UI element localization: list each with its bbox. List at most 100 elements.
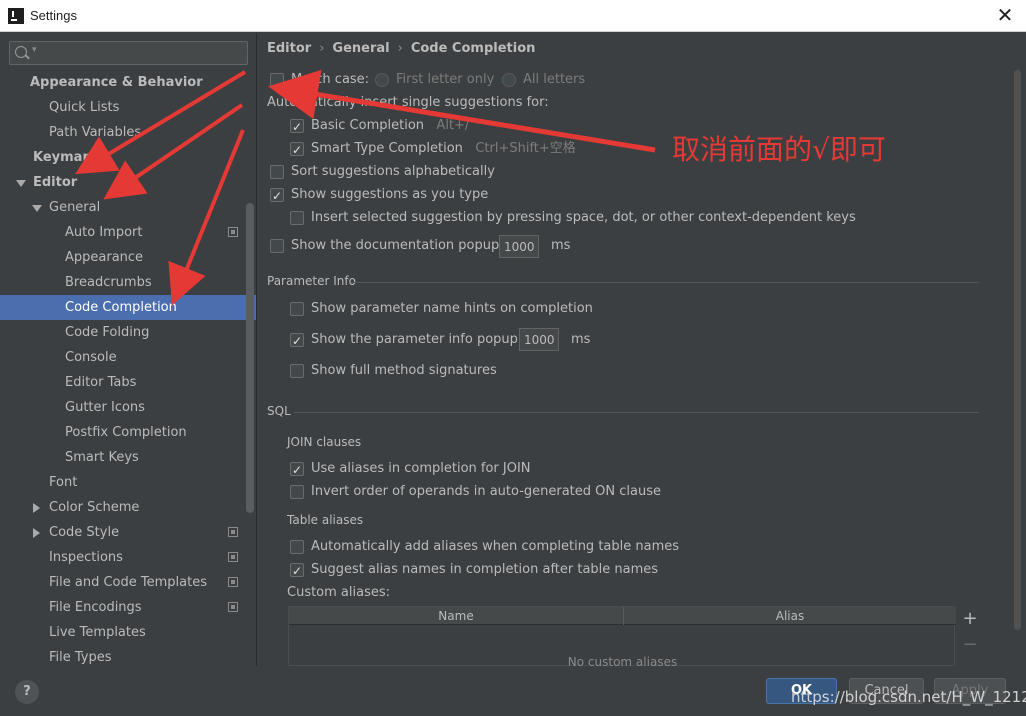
breadcrumb-editor: Editor bbox=[267, 41, 312, 56]
remove-alias-button[interactable]: − bbox=[960, 635, 980, 655]
match-case-row: Match case: First letter only All letter… bbox=[270, 70, 590, 90]
sidebar-item-label: Appearance bbox=[65, 250, 144, 265]
breadcrumb-code-completion: Code Completion bbox=[410, 41, 536, 56]
join-clauses-title: JOIN clauses bbox=[287, 435, 362, 449]
project-icon bbox=[228, 602, 238, 612]
insert-selected-row: Insert selected suggestion by pressing s… bbox=[290, 208, 856, 228]
chevron-down-icon[interactable] bbox=[32, 205, 42, 212]
match-case-checkbox[interactable] bbox=[270, 73, 284, 87]
basic-completion-shortcut: Alt+/ bbox=[436, 118, 470, 133]
sidebar-item-label: Editor bbox=[33, 175, 78, 190]
sidebar-item-code-style[interactable]: Code Style bbox=[0, 520, 256, 545]
search-icon bbox=[15, 46, 27, 58]
sidebar-item-label: Smart Keys bbox=[65, 450, 139, 465]
sort-alpha-checkbox[interactable] bbox=[270, 165, 284, 179]
title-bar: Settings ✕ bbox=[0, 0, 1026, 32]
help-button[interactable]: ? bbox=[15, 680, 39, 704]
sidebar-item-live-templates[interactable]: Live Templates bbox=[0, 620, 256, 645]
sidebar-item-file-and-code-templates[interactable]: File and Code Templates bbox=[0, 570, 256, 595]
sidebar-item-gutter-icons[interactable]: Gutter Icons bbox=[0, 395, 256, 420]
basic-completion-checkbox[interactable] bbox=[290, 117, 304, 137]
info-popup-unit: ms bbox=[571, 332, 591, 347]
project-icon bbox=[228, 577, 238, 587]
sidebar-item-label: Color Scheme bbox=[49, 500, 140, 515]
chevron-down-icon[interactable] bbox=[16, 180, 26, 187]
sidebar-item-label: Live Templates bbox=[49, 625, 146, 640]
invert-order-checkbox[interactable] bbox=[290, 485, 304, 499]
use-aliases-checkbox[interactable] bbox=[290, 460, 304, 480]
close-icon[interactable]: ✕ bbox=[994, 4, 1016, 26]
sidebar-item-label: Code Completion bbox=[65, 300, 177, 315]
main-scrollbar[interactable] bbox=[1014, 70, 1021, 630]
sidebar-item-font[interactable]: Font bbox=[0, 470, 256, 495]
info-popup-row: Show the parameter info popup in bbox=[290, 330, 534, 351]
sidebar-item-breadcrumbs[interactable]: Breadcrumbs bbox=[0, 270, 256, 295]
sidebar-item-smart-keys[interactable]: Smart Keys bbox=[0, 445, 256, 470]
sidebar-item-appearance[interactable]: Appearance bbox=[0, 245, 256, 270]
sidebar-item-color-scheme[interactable]: Color Scheme bbox=[0, 495, 256, 520]
first-letter-radio[interactable] bbox=[375, 73, 389, 87]
insert-selected-checkbox[interactable] bbox=[290, 211, 304, 225]
sort-alpha-row: Sort suggestions alphabetically bbox=[270, 162, 570, 182]
full-sig-label: Show full method signatures bbox=[311, 363, 497, 378]
column-header-alias[interactable]: Alias bbox=[624, 607, 956, 625]
sidebar-item-file-types[interactable]: File Types bbox=[0, 645, 256, 666]
sidebar-item-appearance-behavior[interactable]: Appearance & Behavior bbox=[0, 70, 256, 95]
sidebar-item-file-encodings[interactable]: File Encodings bbox=[0, 595, 256, 620]
column-header-name[interactable]: Name bbox=[289, 607, 623, 625]
project-icon bbox=[228, 552, 238, 562]
all-letters-radio[interactable] bbox=[502, 73, 516, 87]
invert-order-row: Invert order of operands in auto-generat… bbox=[290, 482, 690, 502]
add-alias-button[interactable]: + bbox=[960, 609, 980, 629]
all-letters-label: All letters bbox=[523, 72, 586, 87]
doc-popup-checkbox[interactable] bbox=[270, 239, 284, 253]
auto-add-aliases-checkbox[interactable] bbox=[290, 540, 304, 554]
suggest-alias-label: Suggest alias names in completion after … bbox=[311, 562, 659, 577]
project-icon bbox=[228, 227, 238, 237]
chevron-down-icon: ▾ bbox=[32, 45, 37, 55]
full-sig-checkbox[interactable] bbox=[290, 364, 304, 378]
sort-alpha-label: Sort suggestions alphabetically bbox=[291, 164, 495, 179]
sidebar-item-inspections[interactable]: Inspections bbox=[0, 545, 256, 570]
suggest-alias-row: Suggest alias names in completion after … bbox=[290, 560, 690, 581]
invert-order-label: Invert order of operands in auto-generat… bbox=[311, 484, 661, 499]
sidebar-item-label: File Encodings bbox=[49, 600, 142, 615]
sidebar-item-label: Code Folding bbox=[65, 325, 150, 340]
use-aliases-label: Use aliases in completion for JOIN bbox=[311, 461, 531, 476]
basic-completion-row: Basic Completion Alt+/ bbox=[290, 116, 590, 137]
info-popup-delay-input[interactable] bbox=[519, 328, 559, 351]
annotation-text: 取消前面的√即可 bbox=[672, 133, 886, 166]
sidebar-item-postfix-completion[interactable]: Postfix Completion bbox=[0, 420, 256, 445]
sidebar-item-auto-import[interactable]: Auto Import bbox=[0, 220, 256, 245]
smart-completion-checkbox[interactable] bbox=[290, 140, 304, 160]
search-input[interactable]: ▾ bbox=[9, 41, 248, 65]
breadcrumb: Editor › General › Code Completion bbox=[267, 41, 535, 56]
sidebar-item-code-folding[interactable]: Code Folding bbox=[0, 320, 256, 345]
show-as-type-checkbox[interactable] bbox=[270, 186, 284, 206]
info-popup-checkbox[interactable] bbox=[290, 331, 304, 351]
sidebar-item-label: Gutter Icons bbox=[65, 400, 145, 415]
suggest-alias-checkbox[interactable] bbox=[290, 561, 304, 581]
first-letter-label: First letter only bbox=[396, 72, 495, 87]
sidebar-item-code-completion[interactable]: Code Completion bbox=[0, 295, 256, 320]
sidebar-item-general[interactable]: General bbox=[0, 195, 256, 220]
sidebar-item-path-variables[interactable]: Path Variables bbox=[0, 120, 256, 145]
sidebar-item-editor[interactable]: Editor bbox=[0, 170, 256, 195]
sidebar-scrollbar[interactable] bbox=[246, 203, 254, 513]
chevron-right-icon[interactable] bbox=[33, 503, 40, 513]
doc-popup-delay-input[interactable] bbox=[499, 235, 539, 258]
name-hints-row: Show parameter name hints on completion bbox=[290, 299, 593, 319]
name-hints-label: Show parameter name hints on completion bbox=[311, 301, 593, 316]
breadcrumb-separator: › bbox=[319, 41, 325, 56]
sidebar-item-console[interactable]: Console bbox=[0, 345, 256, 370]
doc-popup-label: Show the documentation popup in bbox=[291, 238, 516, 253]
custom-aliases-table[interactable]: Name Alias No custom aliases bbox=[288, 606, 956, 669]
section-divider bbox=[294, 412, 979, 413]
sidebar-item-quick-lists[interactable]: Quick Lists bbox=[0, 95, 256, 120]
sidebar-item-editor-tabs[interactable]: Editor Tabs bbox=[0, 370, 256, 395]
sidebar-item-label: File and Code Templates bbox=[49, 575, 207, 590]
intellij-icon bbox=[8, 8, 24, 24]
name-hints-checkbox[interactable] bbox=[290, 302, 304, 316]
chevron-right-icon[interactable] bbox=[33, 528, 40, 538]
sidebar-item-keymap[interactable]: Keymap bbox=[0, 145, 256, 170]
